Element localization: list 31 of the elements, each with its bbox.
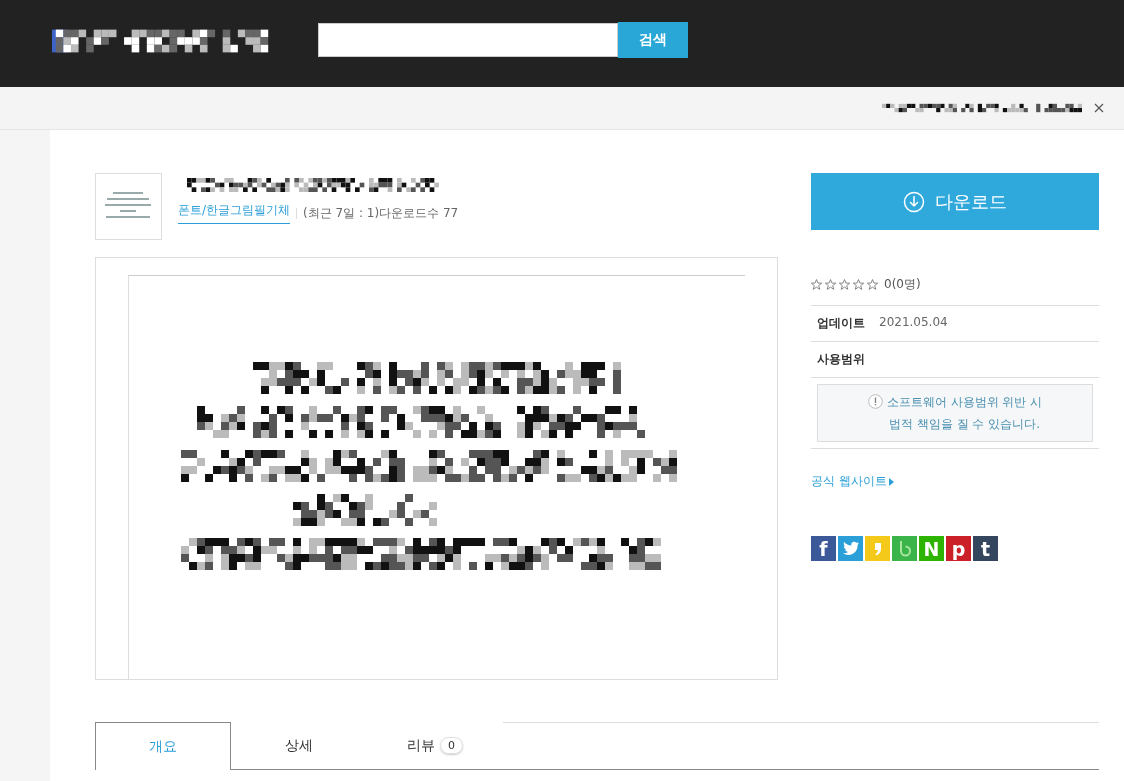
star-icon bbox=[839, 279, 850, 290]
star-icon bbox=[811, 279, 822, 290]
comma-icon bbox=[873, 541, 882, 556]
star-icon bbox=[825, 279, 836, 290]
info-label: 업데이트 bbox=[817, 315, 865, 332]
info-label: 사용범위 bbox=[817, 351, 865, 368]
category-link[interactable]: 폰트/한글그림필기체 bbox=[178, 202, 291, 224]
star-icon bbox=[853, 279, 864, 290]
share-button[interactable]: f bbox=[811, 536, 836, 561]
share-button[interactable] bbox=[865, 536, 890, 561]
exclamation-icon bbox=[867, 394, 883, 409]
download-icon bbox=[903, 190, 925, 213]
search-field[interactable] bbox=[318, 23, 618, 57]
triangle-icon bbox=[888, 477, 894, 486]
rating-count: 0(0명) bbox=[884, 276, 921, 293]
share-button[interactable] bbox=[892, 536, 917, 561]
info-value: 2021.05.04 bbox=[879, 315, 948, 331]
star-icon bbox=[867, 279, 878, 290]
download-stats: (최근 7일 : 1)다운로드수 77 bbox=[303, 204, 459, 222]
warning-text: 소프트웨어 사용범위 위반 시 법적 책임을 질 수 있습니다. bbox=[886, 394, 1043, 433]
download-button[interactable]: 다운로드 bbox=[811, 173, 1099, 230]
close-icon[interactable] bbox=[1094, 103, 1104, 113]
share-button[interactable]: p bbox=[946, 536, 971, 561]
share-button[interactable]: t bbox=[973, 536, 998, 561]
bird-icon bbox=[841, 541, 860, 556]
website-link[interactable]: 공식 웹사이트 bbox=[811, 473, 887, 490]
search-button[interactable]: 검색 bbox=[618, 22, 688, 58]
share-button[interactable]: N bbox=[919, 536, 944, 561]
share-button[interactable] bbox=[838, 536, 863, 561]
font-thumbnail bbox=[95, 173, 162, 240]
tab[interactable]: 개요 bbox=[95, 722, 231, 770]
